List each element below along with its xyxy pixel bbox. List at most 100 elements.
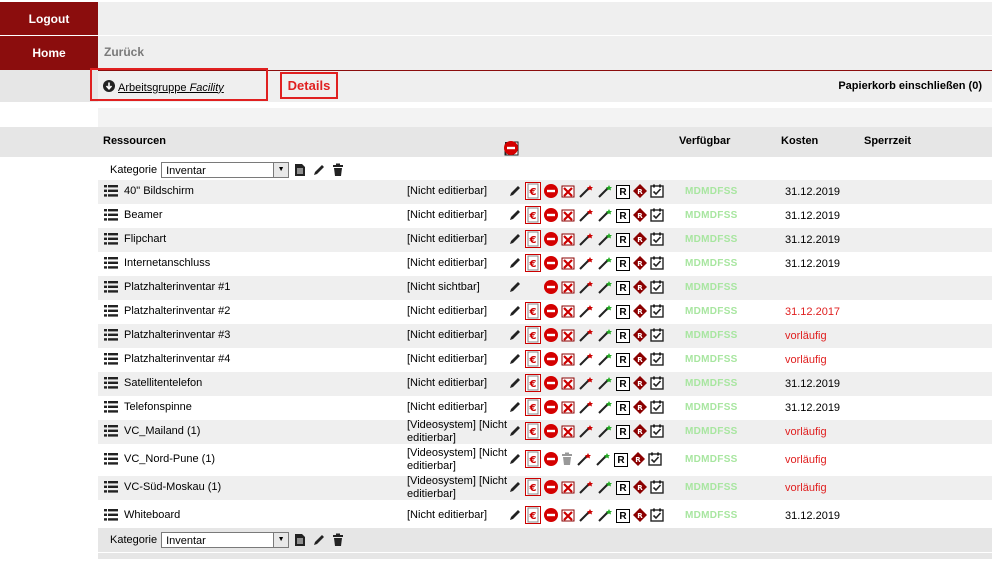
list-icon[interactable] [104,233,118,248]
delete-icon[interactable] [544,231,558,249]
pencil-icon[interactable] [508,352,522,369]
calendar-check-icon[interactable] [650,304,664,321]
calendar-check-icon[interactable] [648,452,662,469]
r-box-icon[interactable]: R [616,401,630,415]
magic-wand-red-icon[interactable] [578,352,594,369]
pencil-icon[interactable] [508,400,522,417]
resource-name[interactable]: Platzhalterinventar #3 [124,329,230,341]
magic-wand-green-icon[interactable] [597,256,613,273]
calendar-check-icon[interactable] [650,256,664,273]
delete-icon[interactable] [544,303,558,321]
cost-document-icon[interactable]: € [525,505,541,527]
calendar-x-icon[interactable] [561,480,575,497]
r-diamond-icon[interactable]: R [633,303,647,321]
resource-name[interactable]: Flipchart [124,233,166,245]
category-select[interactable]: Inventar ▼ [161,532,290,548]
list-icon[interactable] [104,185,118,200]
calendar-x-icon[interactable] [561,508,575,525]
magic-wand-red-icon[interactable] [576,452,592,469]
delete-icon[interactable] [544,451,558,469]
cost-document-icon[interactable]: € [525,253,541,275]
magic-wand-green-icon[interactable] [597,400,613,417]
cost-document-icon[interactable]: € [525,325,541,347]
delete-icon[interactable] [544,507,558,525]
trash-icon[interactable] [561,452,573,469]
magic-wand-green-icon[interactable] [597,232,613,249]
r-box-icon[interactable]: R [616,209,630,223]
resource-name[interactable]: Platzhalterinventar #1 [124,281,230,293]
trash-icon[interactable] [330,532,346,548]
calendar-x-icon[interactable] [561,184,575,201]
calendar-x-icon[interactable] [561,328,575,345]
category-select[interactable]: Inventar ▼ [161,162,290,178]
resource-name[interactable]: Whiteboard [124,509,180,521]
magic-wand-green-icon[interactable] [595,452,611,469]
pencil-icon[interactable] [508,424,522,441]
magic-wand-red-icon[interactable] [578,208,594,225]
magic-wand-red-icon[interactable] [578,480,594,497]
r-diamond-icon[interactable]: R [633,399,647,417]
list-icon[interactable] [104,453,118,468]
magic-wand-green-icon[interactable] [597,280,613,297]
calendar-check-icon[interactable] [650,208,664,225]
calendar-check-icon[interactable] [650,480,664,497]
include-trash-link[interactable]: Papierkorb einschließen (0) [838,80,982,92]
magic-wand-red-icon[interactable] [578,256,594,273]
pencil-icon[interactable] [508,256,522,273]
calendar-check-icon[interactable] [650,280,664,297]
resource-name[interactable]: Beamer [124,209,163,221]
magic-wand-red-icon[interactable] [578,232,594,249]
r-diamond-icon[interactable]: R [633,183,647,201]
r-diamond-icon[interactable]: R [633,207,647,225]
pencil-icon[interactable] [508,280,522,297]
list-icon[interactable] [104,401,118,416]
r-box-icon[interactable]: R [616,509,630,523]
cost-document-icon[interactable]: € [525,449,541,471]
delete-icon[interactable] [544,351,558,369]
r-diamond-icon[interactable]: R [633,375,647,393]
pencil-icon[interactable] [311,532,327,548]
trash-icon[interactable] [330,162,346,178]
r-diamond-icon[interactable]: R [633,279,647,297]
r-box-icon[interactable]: R [616,425,630,439]
r-diamond-icon[interactable]: R [633,423,647,441]
pencil-icon[interactable] [508,184,522,201]
calendar-x-icon[interactable] [561,400,575,417]
cost-document-icon[interactable]: € [525,181,541,203]
magic-wand-green-icon[interactable] [597,376,613,393]
pencil-icon[interactable] [508,508,522,525]
cost-document-icon[interactable]: € [525,301,541,323]
magic-wand-red-icon[interactable] [578,328,594,345]
resource-name[interactable]: Satellitentelefon [124,377,202,389]
r-diamond-icon[interactable]: R [631,451,645,469]
magic-wand-red-icon[interactable] [578,184,594,201]
magic-wand-green-icon[interactable] [597,184,613,201]
magic-wand-red-icon[interactable] [578,400,594,417]
r-box-icon[interactable]: R [616,185,630,199]
new-document-icon[interactable] [292,162,308,178]
pencil-icon[interactable] [311,162,327,178]
magic-wand-green-icon[interactable] [597,304,613,321]
r-diamond-icon[interactable]: R [633,231,647,249]
cost-document-icon[interactable]: € [525,477,541,499]
delete-icon[interactable] [544,375,558,393]
r-diamond-icon[interactable]: R [633,479,647,497]
r-box-icon[interactable]: R [616,329,630,343]
list-icon[interactable] [104,329,118,344]
magic-wand-green-icon[interactable] [597,424,613,441]
calendar-check-icon[interactable] [650,328,664,345]
cost-document-icon[interactable]: € [525,205,541,227]
calendar-x-icon[interactable] [561,304,575,321]
calendar-x-icon[interactable] [561,424,575,441]
delete-icon[interactable] [544,327,558,345]
magic-wand-green-icon[interactable] [597,352,613,369]
list-icon[interactable] [104,377,118,392]
resource-name[interactable]: VC_Mailand (1) [124,425,200,437]
resource-name[interactable]: VC_Nord-Pune (1) [124,453,215,465]
calendar-check-icon[interactable] [650,424,664,441]
delete-icon[interactable] [544,479,558,497]
cost-document-icon[interactable]: € [525,397,541,419]
list-icon[interactable] [104,509,118,524]
new-document-icon[interactable] [292,532,308,548]
resource-name[interactable]: Platzhalterinventar #4 [124,353,230,365]
